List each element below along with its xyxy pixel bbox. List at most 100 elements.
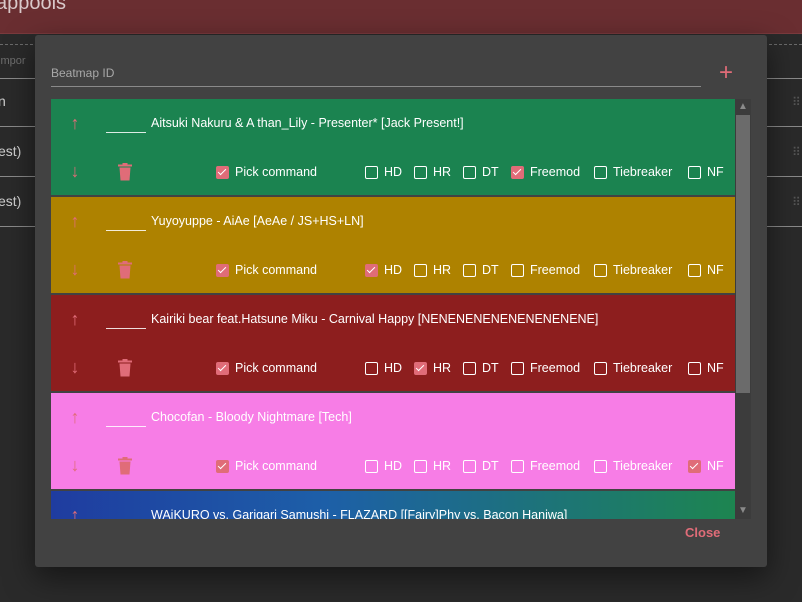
nf-option[interactable]: NF — [688, 458, 724, 474]
nf-label: NF — [707, 263, 724, 277]
nf-checkbox[interactable] — [688, 165, 701, 179]
tiebreaker-option[interactable]: Tiebreaker — [594, 458, 672, 474]
delete-trash-icon[interactable] — [117, 359, 133, 377]
dt-option[interactable]: DT — [463, 458, 499, 474]
hd-option[interactable]: HD — [365, 458, 402, 474]
freemod-option[interactable]: Freemod — [511, 360, 580, 376]
beatmap-title: Kairiki bear feat.Hatsune Miku - Carniva… — [151, 312, 599, 326]
freemod-checkbox[interactable] — [511, 165, 524, 179]
pick-command-checkbox[interactable] — [216, 459, 229, 473]
hd-label: HD — [384, 361, 403, 375]
beatmap-card: ↑ ↓ Aitsuki Nakuru & A than_Lily - Prese… — [51, 99, 735, 195]
scrollbar-thumb[interactable] — [736, 115, 750, 393]
delete-trash-icon[interactable] — [117, 457, 133, 475]
pick-command-option[interactable]: Pick command — [216, 262, 317, 278]
hr-checkbox[interactable] — [414, 263, 427, 277]
hd-checkbox[interactable] — [365, 165, 378, 179]
tiebreaker-option[interactable]: Tiebreaker — [594, 360, 672, 376]
hr-option[interactable]: HR — [414, 360, 451, 376]
tiebreaker-option[interactable]: Tiebreaker — [594, 164, 672, 180]
nf-checkbox[interactable] — [688, 361, 701, 375]
hd-option[interactable]: HD — [365, 262, 402, 278]
dt-option[interactable]: DT — [463, 360, 499, 376]
scroll-down-arrow-icon[interactable]: ▼ — [735, 503, 751, 519]
beatmap-id-input[interactable] — [51, 61, 701, 85]
freemod-option[interactable]: Freemod — [511, 458, 580, 474]
beatmap-title: Aitsuki Nakuru & A than_Lily - Presenter… — [151, 116, 464, 130]
pick-command-label: Pick command — [235, 459, 317, 473]
hd-option[interactable]: HD — [365, 164, 402, 180]
dt-option[interactable]: DT — [463, 164, 499, 180]
beatmap-title: Yuyoyuppe - AiAe [AeAe / JS+HS+LN] — [151, 214, 364, 228]
dt-option[interactable]: DT — [463, 262, 499, 278]
position-field[interactable] — [106, 113, 146, 133]
hr-option[interactable]: HR — [414, 164, 451, 180]
scrollbar[interactable]: ▲ ▼ — [735, 99, 751, 519]
pick-command-checkbox[interactable] — [216, 165, 229, 179]
tiebreaker-checkbox[interactable] — [594, 361, 607, 375]
freemod-option[interactable]: Freemod — [511, 262, 580, 278]
delete-trash-icon[interactable] — [117, 261, 133, 279]
freemod-checkbox[interactable] — [511, 459, 524, 473]
move-down-arrow-icon[interactable]: ↓ — [65, 455, 85, 475]
freemod-checkbox[interactable] — [511, 361, 524, 375]
nf-option[interactable]: NF — [688, 262, 724, 278]
position-field[interactable] — [106, 407, 146, 427]
beatmap-dialog: + ↑ ↓ Aitsuki Nakuru & A than_Lily - Pre… — [35, 35, 767, 567]
close-button[interactable]: Close — [685, 525, 720, 540]
move-up-arrow-icon[interactable]: ↑ — [65, 407, 85, 427]
add-beatmap-button[interactable]: + — [715, 61, 737, 85]
hr-option[interactable]: HR — [414, 458, 451, 474]
position-field[interactable] — [106, 505, 146, 519]
hr-checkbox[interactable] — [414, 165, 427, 179]
background-column-label: impor — [0, 55, 26, 67]
dt-checkbox[interactable] — [463, 459, 476, 473]
freemod-checkbox[interactable] — [511, 263, 524, 277]
delete-trash-icon[interactable] — [117, 163, 133, 181]
beatmap-card: ↑ ↓ Kairiki bear feat.Hatsune Miku - Car… — [51, 295, 735, 391]
scroll-up-arrow-icon[interactable]: ▲ — [735, 99, 751, 115]
hr-checkbox[interactable] — [414, 459, 427, 473]
hd-label: HD — [384, 263, 403, 277]
dt-checkbox[interactable] — [463, 263, 476, 277]
dt-checkbox[interactable] — [463, 361, 476, 375]
pick-command-option[interactable]: Pick command — [216, 164, 317, 180]
beatmap-card: ↑ ↓ WAiKURO vs. Garigari Samushi - FLAZA… — [51, 491, 735, 519]
move-down-arrow-icon[interactable]: ↓ — [65, 161, 85, 181]
hd-checkbox[interactable] — [365, 263, 378, 277]
beatmap-title: Chocofan - Bloody Nightmare [Tech] — [151, 410, 352, 424]
pick-command-checkbox[interactable] — [216, 263, 229, 277]
tiebreaker-checkbox[interactable] — [594, 263, 607, 277]
hd-checkbox[interactable] — [365, 459, 378, 473]
position-field[interactable] — [106, 211, 146, 231]
nf-option[interactable]: NF — [688, 360, 724, 376]
beatmap-title: WAiKURO vs. Garigari Samushi - FLAZARD [… — [151, 508, 568, 519]
pick-command-option[interactable]: Pick command — [216, 458, 317, 474]
move-up-arrow-icon[interactable]: ↑ — [65, 309, 85, 329]
move-up-arrow-icon[interactable]: ↑ — [65, 113, 85, 133]
hr-label: HR — [433, 263, 452, 277]
tiebreaker-label: Tiebreaker — [613, 459, 673, 473]
position-field[interactable] — [106, 309, 146, 329]
tiebreaker-checkbox[interactable] — [594, 459, 607, 473]
hr-option[interactable]: HR — [414, 262, 451, 278]
beatmap-list[interactable]: ↑ ↓ Aitsuki Nakuru & A than_Lily - Prese… — [51, 99, 735, 519]
pick-command-option[interactable]: Pick command — [216, 360, 317, 376]
move-down-arrow-icon[interactable]: ↓ — [65, 259, 85, 279]
pick-command-checkbox[interactable] — [216, 361, 229, 375]
nf-checkbox[interactable] — [688, 263, 701, 277]
move-up-arrow-icon[interactable]: ↑ — [65, 211, 85, 231]
tiebreaker-checkbox[interactable] — [594, 165, 607, 179]
tiebreaker-option[interactable]: Tiebreaker — [594, 262, 672, 278]
move-up-arrow-icon[interactable]: ↑ — [65, 505, 85, 519]
pick-command-label: Pick command — [235, 361, 317, 375]
hd-option[interactable]: HD — [365, 360, 402, 376]
dt-checkbox[interactable] — [463, 165, 476, 179]
hd-checkbox[interactable] — [365, 361, 378, 375]
nf-checkbox[interactable] — [688, 459, 701, 473]
freemod-option[interactable]: Freemod — [511, 164, 580, 180]
move-down-arrow-icon[interactable]: ↓ — [65, 357, 85, 377]
nf-option[interactable]: NF — [688, 164, 724, 180]
hr-checkbox[interactable] — [414, 361, 427, 375]
dt-label: DT — [482, 361, 499, 375]
